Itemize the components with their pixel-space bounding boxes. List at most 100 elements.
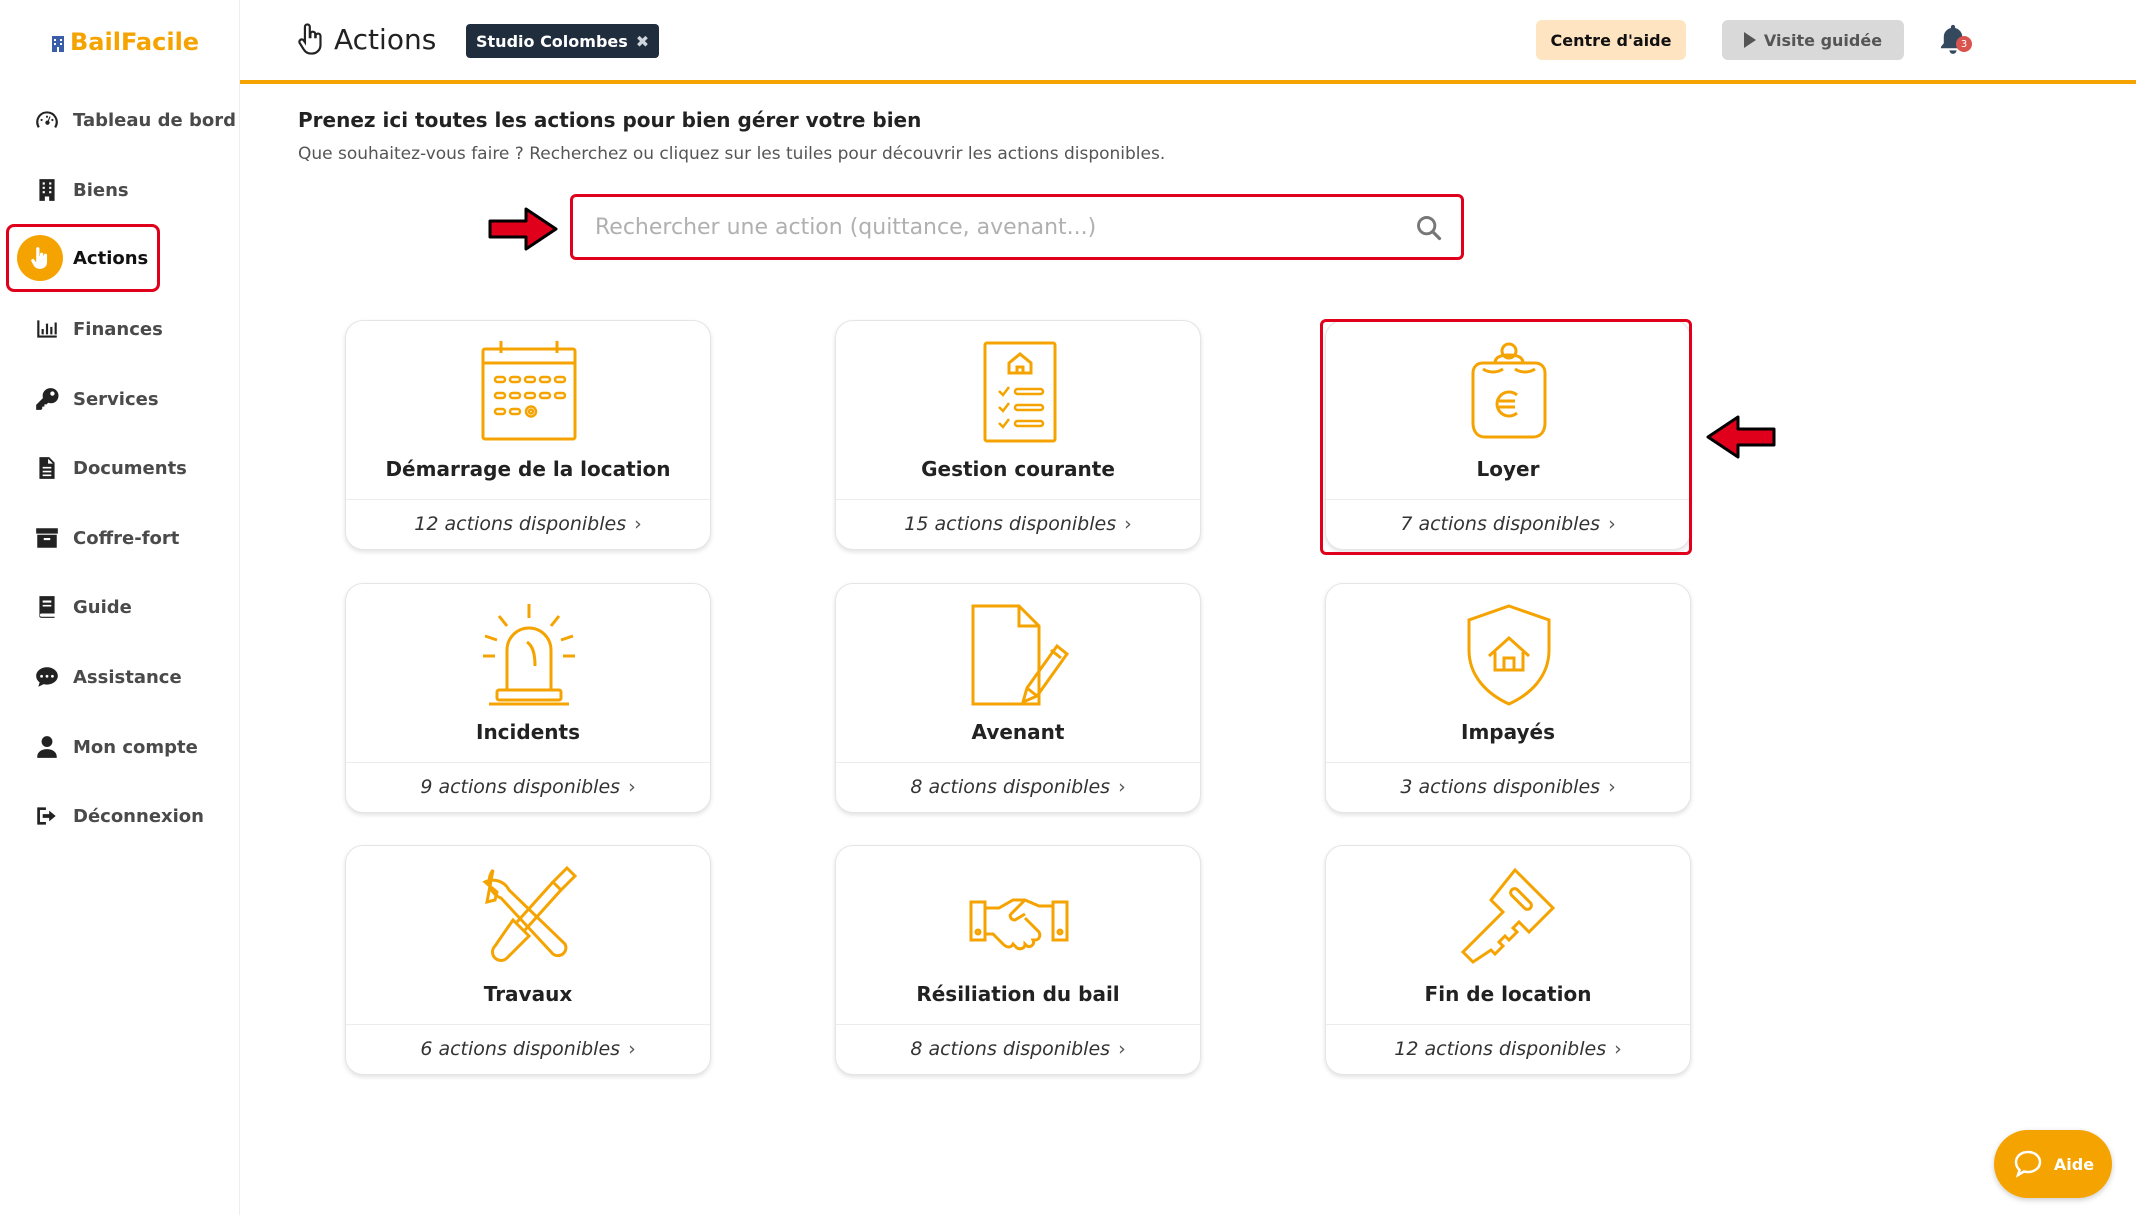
- euro-purse-icon: [1471, 342, 1547, 439]
- sidebar-item-label: Guide: [73, 596, 132, 618]
- chevron-right-icon: ›: [1608, 513, 1616, 535]
- help-center-button[interactable]: Centre d'aide: [1536, 20, 1686, 60]
- sidebar-item-biens[interactable]: Biens: [8, 158, 158, 222]
- sidebar-item-deconnexion[interactable]: Déconnexion: [8, 784, 204, 848]
- tile-count: 7 actions disponibles ›: [1326, 513, 1690, 535]
- sidebar-item-label: Services: [73, 388, 159, 410]
- wrench-screwdriver-icon: [482, 865, 578, 962]
- sidebar-item-guide[interactable]: Guide: [8, 575, 158, 639]
- sidebar-item-actions[interactable]: Actions: [6, 224, 160, 292]
- property-chip-label: Studio Colombes: [476, 31, 628, 51]
- sidebar-item-label: Actions: [73, 247, 149, 269]
- play-icon: [1743, 32, 1756, 48]
- help-chat-label: Aide: [2053, 1154, 2095, 1174]
- page-title-text: Actions: [334, 22, 437, 56]
- chevron-right-icon: ›: [1608, 776, 1616, 798]
- tile-count: 12 actions disponibles ›: [346, 513, 710, 535]
- sidebar: BailFacile Tableau de bord Biens Actions…: [0, 0, 240, 1215]
- archive-box-icon: [24, 515, 70, 561]
- chevron-right-icon: ›: [1118, 776, 1126, 798]
- tile-count: 6 actions disponibles ›: [346, 1038, 710, 1060]
- tile-title: Avenant: [971, 720, 1065, 744]
- red-arrow-right-icon: [488, 207, 558, 251]
- tile-travaux[interactable]: Travaux 6 actions disponibles ›: [345, 845, 711, 1075]
- sidebar-item-label: Documents: [73, 457, 187, 479]
- tile-count: 9 actions disponibles ›: [346, 776, 710, 798]
- tile-title: Gestion courante: [921, 457, 1115, 481]
- chevron-right-icon: ›: [1118, 1038, 1126, 1060]
- tile-count-text: 8 actions disponibles: [910, 1038, 1111, 1060]
- tile-divider: [1326, 1024, 1690, 1025]
- tile-count: 8 actions disponibles ›: [836, 1038, 1200, 1060]
- tile-fin-location[interactable]: Fin de location 12 actions disponibles ›: [1325, 845, 1691, 1075]
- tile-incidents[interactable]: Incidents 9 actions disponibles ›: [345, 583, 711, 813]
- tile-demarrage-location[interactable]: Démarrage de la location 12 actions disp…: [345, 320, 711, 550]
- top-bar: Actions Studio Colombes ✖ Centre d'aide …: [240, 0, 2136, 84]
- property-chip[interactable]: Studio Colombes ✖: [466, 24, 660, 58]
- tile-title: Travaux: [483, 982, 573, 1006]
- sidebar-item-assistance[interactable]: Assistance: [8, 645, 182, 709]
- sidebar-item-finances[interactable]: Finances: [8, 297, 163, 361]
- chat-bubble-icon: [2014, 1150, 2042, 1178]
- shield-house-icon: [1467, 604, 1551, 706]
- notification-count-badge: 3: [1956, 36, 1972, 52]
- sidebar-item-coffre-fort[interactable]: Coffre-fort: [8, 506, 179, 570]
- tile-loyer[interactable]: Loyer 7 actions disponibles ›: [1325, 320, 1691, 550]
- tile-divider: [836, 762, 1200, 763]
- tile-divider: [346, 499, 710, 500]
- building-icon: [24, 167, 70, 213]
- chevron-right-icon: ›: [1614, 1038, 1622, 1060]
- sidebar-item-services[interactable]: Services: [8, 367, 159, 431]
- document-icon: [24, 445, 70, 491]
- sidebar-item-label: Déconnexion: [73, 805, 204, 827]
- chevron-right-icon: ›: [628, 1038, 636, 1060]
- tile-divider: [836, 1024, 1200, 1025]
- tile-divider: [1326, 762, 1690, 763]
- sidebar-item-mon-compte[interactable]: Mon compte: [8, 715, 198, 779]
- brand-name: BailFacile: [70, 28, 200, 56]
- key-icon: [1460, 867, 1556, 964]
- tile-divider: [346, 1024, 710, 1025]
- tile-count-text: 7 actions disponibles: [1400, 513, 1601, 535]
- chevron-right-icon: ›: [634, 513, 642, 535]
- tile-resiliation-bail[interactable]: Résiliation du bail 8 actions disponible…: [835, 845, 1201, 1075]
- app-root: BailFacile Tableau de bord Biens Actions…: [0, 0, 2136, 1215]
- sidebar-item-documents[interactable]: Documents: [8, 436, 187, 500]
- tile-title: Loyer: [1476, 457, 1540, 481]
- tile-impayes[interactable]: Impayés 3 actions disponibles ›: [1325, 583, 1691, 813]
- dashboard-gauge-icon: [24, 97, 70, 143]
- tile-count: 3 actions disponibles ›: [1326, 776, 1690, 798]
- tile-title: Fin de location: [1424, 982, 1592, 1006]
- search-box: [570, 194, 1464, 260]
- intro-title: Prenez ici toutes les actions pour bien …: [298, 108, 922, 132]
- tile-avenant[interactable]: Avenant 8 actions disponibles ›: [835, 583, 1201, 813]
- chevron-right-icon: ›: [628, 776, 636, 798]
- page-title: Actions: [296, 22, 436, 56]
- sidebar-item-label: Finances: [73, 318, 163, 340]
- tile-count-text: 12 actions disponibles: [414, 513, 627, 535]
- sidebar-item-tableau-de-bord[interactable]: Tableau de bord: [8, 88, 236, 152]
- intro-subtitle: Que souhaitez-vous faire ? Recherchez ou…: [298, 144, 1166, 164]
- document-pen-icon: [971, 604, 1069, 706]
- tile-divider: [346, 762, 710, 763]
- tile-divider: [836, 499, 1200, 500]
- tile-count-text: 9 actions disponibles: [420, 776, 621, 798]
- tile-count-text: 6 actions disponibles: [420, 1038, 621, 1060]
- sidebar-item-label: Assistance: [73, 666, 182, 688]
- hand-pointer-icon: [298, 23, 322, 55]
- close-icon[interactable]: ✖: [636, 32, 649, 51]
- help-chat-button[interactable]: Aide: [1994, 1130, 2112, 1198]
- search-input[interactable]: [595, 209, 1375, 245]
- chat-bubble-icon: [24, 654, 70, 700]
- handshake-icon: [969, 898, 1069, 951]
- brand-logo[interactable]: BailFacile: [50, 28, 199, 56]
- tile-count: 15 actions disponibles ›: [836, 513, 1200, 535]
- tile-divider: [1326, 499, 1690, 500]
- alarm-siren-icon: [483, 604, 575, 706]
- tile-gestion-courante[interactable]: Gestion courante 15 actions disponibles ›: [835, 320, 1201, 550]
- user-icon: [24, 724, 70, 770]
- tile-count: 8 actions disponibles ›: [836, 776, 1200, 798]
- sidebar-item-label: Mon compte: [73, 736, 198, 758]
- search-icon[interactable]: [1415, 214, 1443, 242]
- guided-tour-button[interactable]: Visite guidée: [1722, 20, 1904, 60]
